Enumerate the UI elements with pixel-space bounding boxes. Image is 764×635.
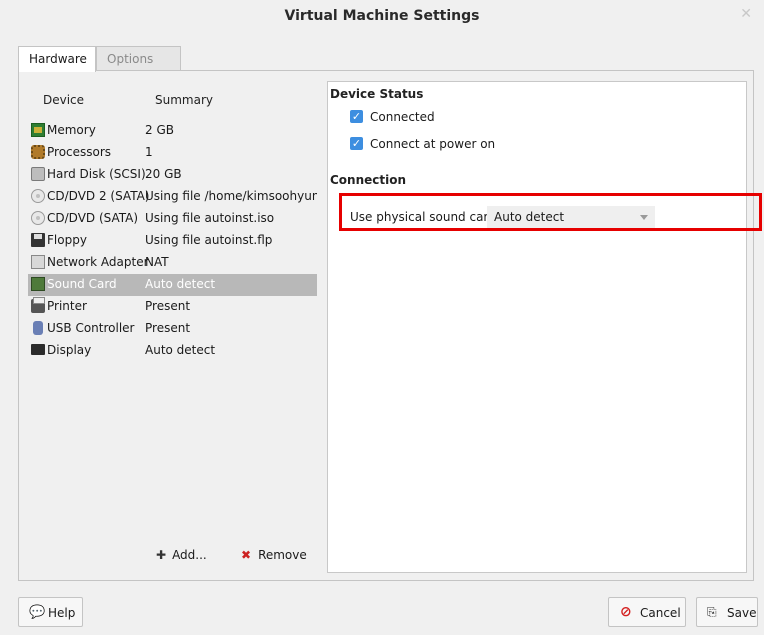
device-name: Floppy (47, 233, 87, 247)
device-status-title: Device Status (330, 87, 424, 101)
device-row-cd-dvd[interactable]: CD/DVD (SATA) Using file autoinst.iso (28, 208, 317, 230)
device-name: Network Adapter (47, 255, 149, 269)
display-icon (31, 344, 45, 355)
plus-icon: ✚ (156, 548, 167, 562)
device-summary: Present (145, 321, 191, 335)
device-row-printer[interactable]: Printer Present (28, 296, 317, 318)
device-name: Processors (47, 145, 112, 159)
column-header-summary[interactable]: Summary (155, 93, 213, 107)
physical-sound-card-label: Use physical sound card: (350, 210, 500, 224)
cancel-label: Cancel (640, 606, 681, 620)
device-row-sound-card[interactable]: Sound Card Auto detect (28, 274, 317, 296)
device-summary: Present (145, 299, 191, 313)
connect-at-power-on-label: Connect at power on (370, 137, 496, 151)
physical-sound-card-select[interactable]: Auto detect (487, 206, 655, 229)
processor-icon (31, 145, 45, 159)
device-list-header: Device Summary (28, 82, 317, 116)
remove-icon: ✖ (241, 548, 252, 562)
memory-icon (31, 123, 45, 137)
device-summary: 1 (145, 145, 153, 159)
device-name: Display (47, 343, 92, 357)
device-name: Memory (47, 123, 96, 137)
cd-dvd-icon (31, 211, 45, 225)
device-row-display[interactable]: Display Auto detect (28, 340, 317, 362)
connection-title: Connection (330, 173, 407, 187)
device-name: CD/DVD (SATA) (47, 211, 139, 225)
save-button[interactable]: ⎘ Save (696, 597, 758, 627)
close-icon[interactable]: ✕ (740, 6, 752, 22)
help-icon: 💬 (29, 605, 46, 620)
printer-icon (31, 297, 45, 313)
device-summary: 2 GB (145, 123, 174, 137)
sound-card-icon (31, 277, 45, 291)
remove-device-button[interactable]: ✖ Remove (241, 548, 307, 562)
window-title: Virtual Machine Settings (284, 8, 480, 24)
device-summary: Using file autoinst.iso (145, 211, 275, 225)
device-row-processors[interactable]: Processors 1 (28, 142, 317, 164)
device-row-hard-disk[interactable]: Hard Disk (SCSI) 20 GB (28, 164, 317, 186)
hard-disk-icon (31, 167, 45, 181)
device-summary: Using file /home/kimsoohyun/D (145, 189, 317, 203)
save-icon: ⎘ (707, 605, 717, 619)
sound-card-selected-value: Auto detect (494, 210, 565, 224)
device-row-memory[interactable]: Memory 2 GB (28, 120, 317, 142)
device-row-cd-dvd-2[interactable]: CD/DVD 2 (SATA) Using file /home/kimsooh… (28, 186, 317, 208)
device-name: Printer (47, 299, 87, 313)
title-bar: Virtual Machine Settings ✕ (0, 0, 764, 34)
cancel-icon: ⊘ (620, 604, 632, 620)
checkmark-icon: ✓ (350, 110, 363, 123)
device-summary: 20 GB (145, 167, 182, 181)
network-adapter-icon (31, 255, 45, 269)
hardware-tab-panel: Device Summary Memory 2 GB Processors 1 … (18, 70, 754, 581)
physical-sound-card-row: Use physical sound card: Auto detect (346, 206, 746, 230)
tab-hardware[interactable]: Hardware (18, 46, 96, 72)
help-button[interactable]: 💬 Help (18, 597, 83, 627)
device-summary: Using file autoinst.flp (145, 233, 273, 247)
device-summary: NAT (145, 255, 169, 269)
save-label: Save (727, 606, 757, 620)
device-list: Device Summary Memory 2 GB Processors 1 … (28, 82, 317, 534)
device-row-usb-controller[interactable]: USB Controller Present (28, 318, 317, 340)
dropdown-arrow-icon (640, 215, 648, 220)
device-name: Sound Card (47, 277, 117, 291)
checkmark-icon: ✓ (350, 137, 363, 150)
device-row-floppy[interactable]: Floppy Using file autoinst.flp (28, 230, 317, 252)
device-name: USB Controller (47, 321, 135, 335)
tab-options[interactable]: Options (96, 46, 181, 71)
add-device-button[interactable]: ✚ Add... (156, 548, 207, 562)
help-label: Help (48, 606, 76, 620)
device-name: Hard Disk (SCSI) (47, 167, 146, 181)
add-label: Add... (172, 548, 207, 562)
device-name: CD/DVD 2 (SATA) (47, 189, 150, 203)
column-header-device[interactable]: Device (43, 93, 84, 107)
device-row-network-adapter[interactable]: Network Adapter NAT (28, 252, 317, 274)
device-summary: Auto detect (145, 343, 216, 357)
cancel-button[interactable]: ⊘ Cancel (608, 597, 686, 627)
floppy-icon (31, 233, 45, 247)
device-settings-panel: Device Status ✓ Connected ✓ Connect at p… (327, 81, 747, 573)
cd-dvd-icon (31, 189, 45, 203)
device-summary: Auto detect (145, 277, 216, 291)
remove-label: Remove (258, 548, 307, 562)
connected-label: Connected (370, 110, 435, 124)
usb-controller-icon (33, 321, 43, 335)
